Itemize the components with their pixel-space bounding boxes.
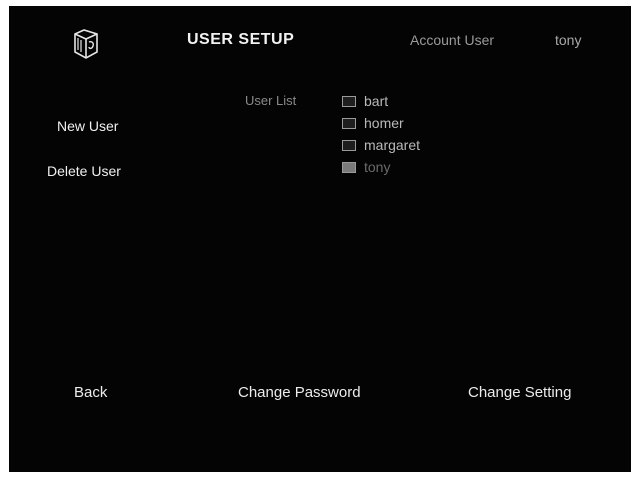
checkbox-icon[interactable] <box>342 95 356 107</box>
change-password-button[interactable]: Change Password <box>238 384 361 401</box>
user-name: margaret <box>364 137 421 153</box>
user-name: tony <box>364 159 391 175</box>
user-setup-screen: USER SETUP Account User tony New User De… <box>9 6 631 472</box>
user-name: homer <box>364 115 404 131</box>
back-button[interactable]: Back <box>74 384 107 401</box>
box-logo-icon <box>74 29 98 59</box>
checkbox-icon[interactable] <box>342 139 356 151</box>
user-list-label: User List <box>245 93 297 108</box>
page-title: USER SETUP <box>187 31 295 48</box>
new-user-button[interactable]: New User <box>57 118 118 134</box>
user-list-item-margaret[interactable]: margaret <box>342 134 420 156</box>
delete-user-button[interactable]: Delete User <box>47 163 121 179</box>
change-setting-button[interactable]: Change Setting <box>468 384 571 401</box>
checked-checkbox-icon[interactable] <box>342 161 356 173</box>
user-list-item-homer[interactable]: homer <box>342 112 420 134</box>
user-list-item-bart[interactable]: bart <box>342 90 420 112</box>
account-user-name: tony <box>555 32 582 48</box>
checkbox-icon[interactable] <box>342 117 356 129</box>
user-list-item-tony[interactable]: tony <box>342 156 420 178</box>
user-list: bart homer margaret tony <box>342 90 420 178</box>
account-user-label: Account User <box>410 32 495 48</box>
user-name: bart <box>364 93 389 109</box>
